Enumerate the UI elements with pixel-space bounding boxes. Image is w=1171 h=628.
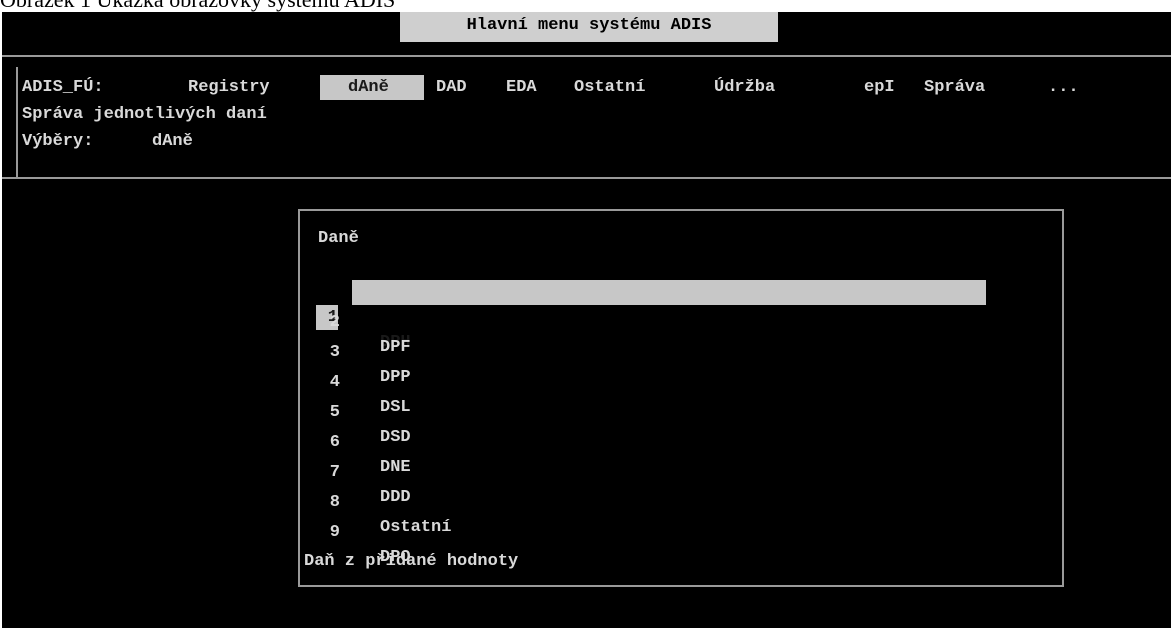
menu-item-registry[interactable]: Registry	[188, 75, 270, 100]
header-bottom-border	[2, 177, 1171, 179]
menu-item-sprava[interactable]: Správa	[924, 75, 985, 100]
list-item-dph[interactable]: 1 DPH	[316, 255, 986, 352]
list-item-dpo[interactable]: 9 DPO	[318, 495, 968, 567]
menu-item-ostatni[interactable]: Ostatní	[574, 75, 645, 100]
list-item-dne[interactable]: 6 DNE	[318, 405, 968, 477]
list-item-ddd[interactable]: 7 DDD	[318, 435, 968, 507]
menu-item-more[interactable]: ...	[1048, 75, 1079, 100]
header-top-border	[2, 55, 1171, 57]
list-item-dpp[interactable]: 3 DPP	[318, 315, 968, 387]
status-line: Daň z přidané hodnoty	[304, 552, 519, 571]
item-number: 9	[329, 523, 340, 542]
list-item-dpf[interactable]: 2 DPF	[318, 285, 968, 357]
list-item-ostatni[interactable]: 8 Ostatní	[318, 465, 968, 537]
box-right-border	[1062, 209, 1064, 587]
menu-item-dad[interactable]: DAD	[436, 75, 467, 100]
terminal-screen: Hlavní menu systému ADIS ADIS_FÚ: Regist…	[2, 12, 1171, 628]
header-left-border	[16, 67, 18, 177]
box-bottom-border	[300, 585, 1064, 587]
menu-item-epi[interactable]: epI	[864, 75, 895, 100]
menu-item-dane[interactable]: dAně	[320, 75, 424, 100]
figure-caption: Obrázek 1 Ukázka obrazovky systému ADIS	[0, 0, 395, 12]
window-title: Hlavní menu systému ADIS	[400, 12, 778, 42]
menu-item-udrzba[interactable]: Údržba	[714, 75, 775, 100]
list-item-dsd[interactable]: 5 DSD	[318, 375, 968, 447]
header-description: Správa jednotlivých daní	[22, 105, 267, 124]
list-item-dsl[interactable]: 4 DSL	[318, 345, 968, 417]
menu-item-eda[interactable]: EDA	[506, 75, 537, 100]
selections-label: Výběry:	[22, 132, 94, 151]
box-top-border	[300, 209, 1064, 211]
tax-list-box: Daně 1 DPH 2 DPF 3 DPP 4 DSL 5 DSD 6 DNE…	[298, 209, 1064, 587]
app-prefix: ADIS_FÚ:	[22, 78, 104, 97]
selections-value: dAně	[152, 132, 193, 151]
box-left-border	[298, 209, 300, 587]
list-title: Daně	[318, 229, 359, 248]
